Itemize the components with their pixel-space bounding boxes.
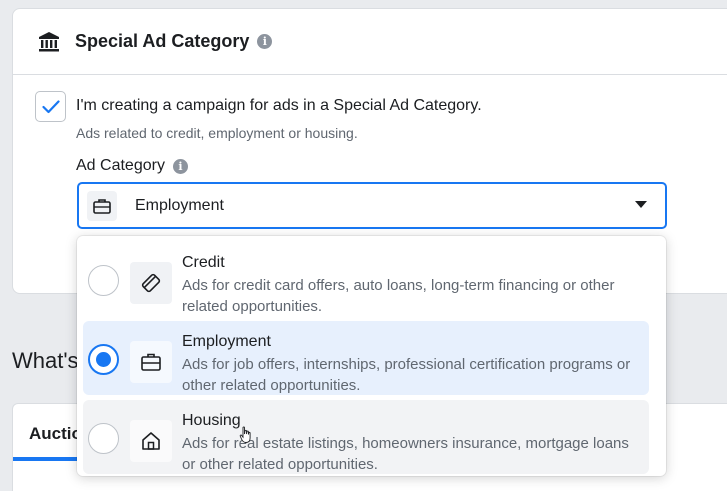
option-description: Ads for credit card offers, auto loans, … xyxy=(182,277,615,315)
selected-category: Employment xyxy=(135,196,224,214)
checkbox-sublabel: Ads related to credit, employment or hou… xyxy=(76,125,358,141)
briefcase-icon xyxy=(87,190,117,221)
radio-credit[interactable] xyxy=(88,265,119,296)
ad-category-dropdown: Credit Ads for credit card offers, auto … xyxy=(77,236,666,476)
option-description: Ads for job offers, internships, profess… xyxy=(182,356,631,394)
ad-category-select[interactable]: Employment xyxy=(77,182,667,229)
ad-category-label: Ad Category i xyxy=(76,157,188,175)
card-title: Special Ad Category xyxy=(75,31,250,51)
info-icon[interactable]: i xyxy=(172,158,188,174)
hand-cursor-icon xyxy=(239,426,251,443)
radio-employment[interactable] xyxy=(88,344,119,375)
option-title: Credit xyxy=(182,254,225,271)
section-heading-partial: What's xyxy=(12,348,79,373)
briefcase-icon xyxy=(130,341,172,383)
special-category-checkbox[interactable] xyxy=(35,91,66,122)
ad-category-label-text: Ad Category xyxy=(76,157,165,174)
info-icon[interactable]: i xyxy=(257,34,273,49)
option-credit[interactable]: Credit Ads for credit card offers, auto … xyxy=(83,242,649,316)
option-employment[interactable]: Employment Ads for job offers, internshi… xyxy=(83,321,649,395)
tab-auction[interactable]: Auctio xyxy=(29,424,82,444)
checkbox-label: I'm creating a campaign for ads in a Spe… xyxy=(76,97,482,114)
option-title: Employment xyxy=(182,333,271,350)
option-housing[interactable]: Housing Ads for real estate listings, ho… xyxy=(83,400,649,474)
tab-active-indicator xyxy=(13,457,83,461)
radio-housing[interactable] xyxy=(88,423,119,454)
option-title: Housing xyxy=(182,412,241,429)
bank-icon xyxy=(37,30,61,54)
chevron-down-icon xyxy=(635,201,647,208)
checkmark-icon xyxy=(41,99,60,113)
card-header: Special Ad Category i xyxy=(13,9,727,75)
credit-card-icon xyxy=(130,262,172,304)
house-icon xyxy=(130,420,172,462)
